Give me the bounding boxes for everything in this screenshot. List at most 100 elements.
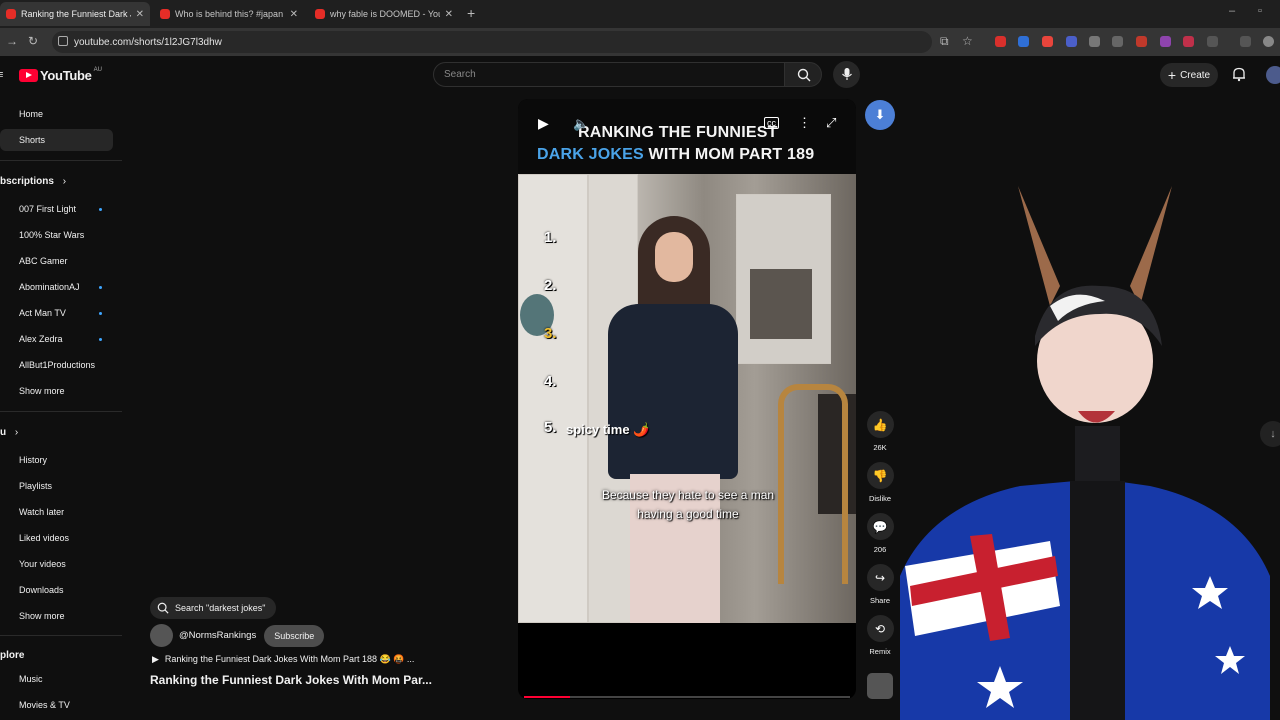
notifications-bell-icon[interactable]: [1231, 66, 1247, 82]
remix-button[interactable]: ⟲ Remix: [866, 615, 894, 656]
account-avatar[interactable]: [1266, 66, 1280, 84]
video-title-card: Ranking the Funniest Dark Jokes with Mom…: [518, 99, 856, 174]
rabbit-ear-right: [1130, 186, 1172, 306]
extension-icon[interactable]: [1066, 36, 1077, 47]
sidebar-item-subscription[interactable]: Act Man TV: [0, 302, 113, 324]
dislike-button[interactable]: 👎 Dislike: [866, 462, 894, 503]
sidebar-item-your-videos[interactable]: Your videos: [0, 553, 113, 575]
shorts-player[interactable]: Ranking the Funniest Dark Jokes with Mom…: [518, 99, 856, 699]
chevron-right-icon: ›: [62, 176, 67, 187]
volume-icon[interactable]: 🔈: [573, 116, 589, 132]
caption-line: Because they hate to see a man: [601, 488, 775, 502]
search-input[interactable]: Search: [433, 62, 785, 87]
profile-avatar[interactable]: [1263, 36, 1274, 47]
sidebar-item-subscription[interactable]: AllBut1Productions: [0, 354, 113, 376]
captions-icon[interactable]: cc: [764, 117, 779, 129]
close-tab-icon[interactable]: ✕: [136, 9, 144, 20]
comments-button[interactable]: 💬 206: [866, 513, 894, 554]
share-button[interactable]: ↪ Share: [866, 564, 894, 605]
sidebar-item-downloads[interactable]: Downloads: [0, 579, 113, 601]
voice-search-button[interactable]: [833, 61, 860, 88]
subscribe-button[interactable]: Subscribe: [264, 624, 325, 647]
title-card-line-1: Ranking the Funniest: [578, 124, 778, 142]
short-description[interactable]: ▶ Ranking the Funniest Dark Jokes With Mo…: [152, 654, 414, 665]
progress-fill: [524, 696, 570, 698]
remix-label: Remix: [869, 647, 891, 656]
you-heading[interactable]: u ›: [0, 427, 18, 438]
sidebar-item-subscription[interactable]: 007 First Light: [0, 198, 113, 220]
subscriptions-heading[interactable]: bscriptions ›: [0, 176, 66, 187]
extension-icon[interactable]: [1183, 36, 1194, 47]
youtube-logo[interactable]: YouTube AU: [19, 67, 102, 83]
sidebar-item-watch-later[interactable]: Watch later: [0, 501, 113, 523]
next-short-button[interactable]: ⬇: [865, 100, 895, 130]
title-text-highlight: Dark Jokes: [537, 146, 644, 163]
sidebar-item-liked-videos[interactable]: Liked videos: [0, 527, 113, 549]
show-more-you[interactable]: Show more: [0, 605, 113, 627]
sound-thumbnail[interactable]: [866, 673, 894, 699]
browser-tab-1[interactable]: Ranking the Funniest Dark Jok ✕: [0, 2, 150, 26]
search-suggestion-chip[interactable]: Search "darkest jokes": [150, 597, 276, 619]
sidebar-item-playlists[interactable]: Playlists: [0, 475, 113, 497]
sidebar-item-movies-tv[interactable]: Movies & TV: [0, 694, 113, 716]
chevron-right-icon: ›: [14, 427, 19, 438]
search-button[interactable]: [784, 62, 822, 87]
address-bar[interactable]: youtube.com/shorts/1l2JG7l3dhw: [52, 31, 932, 53]
maximize-icon[interactable]: ▫: [1258, 5, 1262, 17]
forward-icon[interactable]: →: [6, 34, 18, 48]
create-button[interactable]: + Create: [1160, 63, 1218, 87]
share-arrow-icon: ↪: [866, 564, 894, 591]
wooden-chair: [778, 384, 848, 584]
sidebar-item-history[interactable]: History: [0, 449, 113, 471]
share-label: Share: [869, 596, 890, 605]
install-app-icon[interactable]: ⧉: [940, 34, 949, 49]
channel-handle[interactable]: @NormsRankings: [179, 630, 256, 641]
close-tab-icon[interactable]: ✕: [445, 9, 453, 20]
channel-avatar[interactable]: [150, 624, 173, 647]
minimize-icon[interactable]: –: [1229, 5, 1235, 17]
vtuber-avatar: [900, 186, 1270, 720]
extension-icon[interactable]: [1136, 36, 1147, 47]
extension-icon[interactable]: [995, 36, 1006, 47]
sidebar-item-subscription[interactable]: ABC Gamer: [0, 250, 113, 272]
sidebar-item-subscription[interactable]: Alex Zedra: [0, 328, 113, 350]
sidebar-item-subscription[interactable]: AbominationAJ: [0, 276, 113, 298]
sidebar-item-music[interactable]: Music: [0, 668, 113, 690]
more-options-icon[interactable]: ⋮: [798, 115, 811, 131]
sidebar-item-label: Playlists: [19, 481, 53, 491]
arrow-down-icon: ⬇: [874, 107, 886, 122]
comment-icon: 💬: [866, 513, 894, 540]
extension-icon[interactable]: [1112, 36, 1123, 47]
close-tab-icon[interactable]: ✕: [290, 9, 298, 20]
rank-number: 3.: [544, 325, 557, 342]
site-info-icon[interactable]: [58, 36, 68, 46]
fullscreen-icon[interactable]: ⤢: [826, 115, 836, 131]
reload-icon[interactable]: ↻: [28, 34, 38, 48]
sidebar-item-home[interactable]: Home: [0, 103, 113, 125]
extensions-puzzle-icon[interactable]: [1207, 36, 1218, 47]
extension-icon[interactable]: [1018, 36, 1029, 47]
title-text: Ranking the Funniest: [578, 124, 778, 141]
short-title[interactable]: Ranking the Funniest Dark Jokes With Mom…: [150, 673, 432, 687]
extension-icon[interactable]: [1160, 36, 1171, 47]
extension-icon[interactable]: [1042, 36, 1053, 47]
play-icon[interactable]: ▶: [538, 115, 549, 132]
show-more-subscriptions[interactable]: Show more: [0, 380, 113, 402]
new-content-dot: [99, 208, 102, 211]
browser-tab-3[interactable]: why fable is DOOMED - YouTu ✕: [309, 2, 459, 26]
sidebar-toggle-icon[interactable]: [1240, 36, 1251, 47]
sidebar-item-shorts[interactable]: Shorts: [0, 129, 113, 151]
bookmark-star-icon[interactable]: ☆: [962, 34, 973, 48]
browser-tab-2[interactable]: Who is behind this? #japan #w ✕: [154, 2, 304, 26]
new-content-dot: [99, 286, 102, 289]
search-icon: [797, 68, 811, 82]
extension-icon[interactable]: [1089, 36, 1100, 47]
sidebar-item-subscription[interactable]: 100% Star Wars: [0, 224, 113, 246]
progress-bar[interactable]: [524, 696, 850, 698]
like-button[interactable]: 👍 26K: [866, 411, 894, 452]
new-tab-icon[interactable]: +: [467, 5, 475, 21]
menu-icon[interactable]: ≡: [0, 69, 3, 81]
youtube-play-icon: [19, 69, 38, 82]
scroll-down-button[interactable]: ↓: [1260, 421, 1280, 447]
sidebar-item-label: Alex Zedra: [19, 334, 63, 344]
